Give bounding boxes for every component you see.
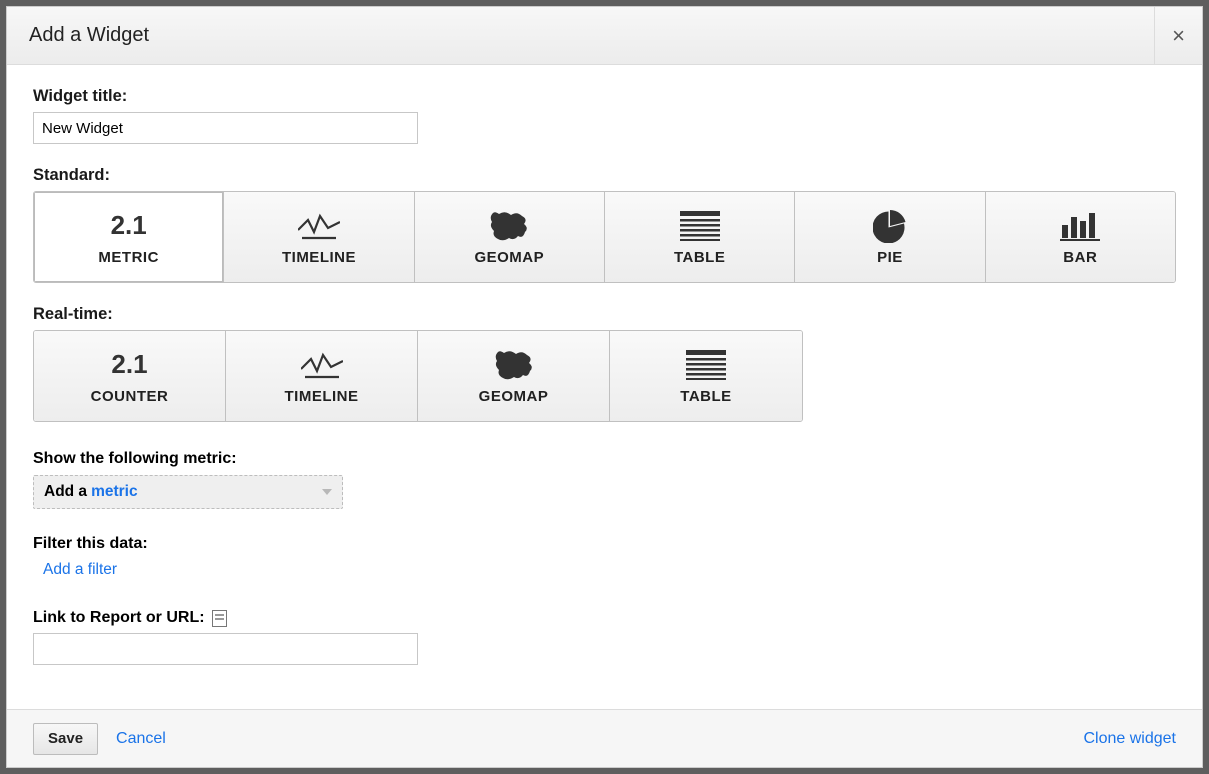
widget-title-input[interactable]: [33, 112, 418, 144]
report-icon[interactable]: [212, 610, 227, 627]
clone-widget-link[interactable]: Clone widget: [1084, 730, 1177, 748]
table-icon: [680, 209, 720, 243]
add-metric-link-text: metric: [91, 483, 138, 501]
modal-body: Widget title: Standard: 2.1 METRIC: [7, 65, 1202, 709]
counter-icon: 2.1: [111, 348, 147, 382]
type-table-rt[interactable]: TABLE: [610, 331, 802, 421]
type-label: TIMELINE: [285, 388, 359, 405]
link-url-input[interactable]: [33, 633, 418, 665]
caret-down-icon: [322, 489, 332, 495]
type-label: TIMELINE: [282, 249, 356, 266]
metric-icon: 2.1: [111, 209, 147, 243]
type-geomap[interactable]: GEOMAP: [415, 192, 605, 282]
bar-icon: [1060, 209, 1100, 243]
type-label: METRIC: [98, 249, 159, 266]
type-timeline[interactable]: TIMELINE: [224, 192, 414, 282]
type-label: GEOMAP: [479, 388, 549, 405]
type-pie[interactable]: PIE: [795, 192, 985, 282]
type-label: BAR: [1063, 249, 1097, 266]
type-counter[interactable]: 2.1 COUNTER: [34, 331, 226, 421]
geomap-icon: [487, 209, 531, 243]
modal-title: Add a Widget: [7, 24, 1154, 47]
timeline-icon: [298, 209, 340, 243]
cancel-link[interactable]: Cancel: [116, 730, 166, 748]
link-section-label: Link to Report or URL:: [33, 609, 205, 627]
save-button[interactable]: Save: [33, 723, 98, 755]
add-metric-prefix: Add a: [44, 483, 87, 501]
type-label: PIE: [877, 249, 903, 266]
metric-section-label: Show the following metric:: [33, 450, 1176, 468]
add-filter-link[interactable]: Add a filter: [43, 561, 117, 578]
type-bar[interactable]: BAR: [986, 192, 1175, 282]
type-metric[interactable]: 2.1 METRIC: [34, 192, 224, 282]
type-label: GEOMAP: [474, 249, 544, 266]
realtime-section-label: Real-time:: [33, 305, 1176, 324]
filter-section-label: Filter this data:: [33, 535, 1176, 553]
table-icon: [686, 348, 726, 382]
type-table[interactable]: TABLE: [605, 192, 795, 282]
pie-icon: [873, 209, 907, 243]
realtime-type-row: 2.1 COUNTER TIMELINE: [33, 330, 803, 422]
modal-header: Add a Widget ×: [7, 7, 1202, 65]
widget-title-label: Widget title:: [33, 87, 1176, 106]
add-widget-modal: Add a Widget × Widget title: Standard: 2…: [6, 6, 1203, 768]
standard-type-row: 2.1 METRIC TIMELINE: [33, 191, 1176, 283]
type-label: TABLE: [680, 388, 731, 405]
standard-section-label: Standard:: [33, 166, 1176, 185]
timeline-icon: [301, 348, 343, 382]
type-label: TABLE: [674, 249, 725, 266]
close-button[interactable]: ×: [1154, 7, 1202, 65]
geomap-icon: [492, 348, 536, 382]
type-label: COUNTER: [91, 388, 169, 405]
type-geomap-rt[interactable]: GEOMAP: [418, 331, 610, 421]
modal-footer: Save Cancel Clone widget: [7, 709, 1202, 767]
add-metric-dropdown[interactable]: Add a metric: [33, 475, 343, 509]
type-timeline-rt[interactable]: TIMELINE: [226, 331, 418, 421]
close-icon: ×: [1172, 23, 1185, 49]
